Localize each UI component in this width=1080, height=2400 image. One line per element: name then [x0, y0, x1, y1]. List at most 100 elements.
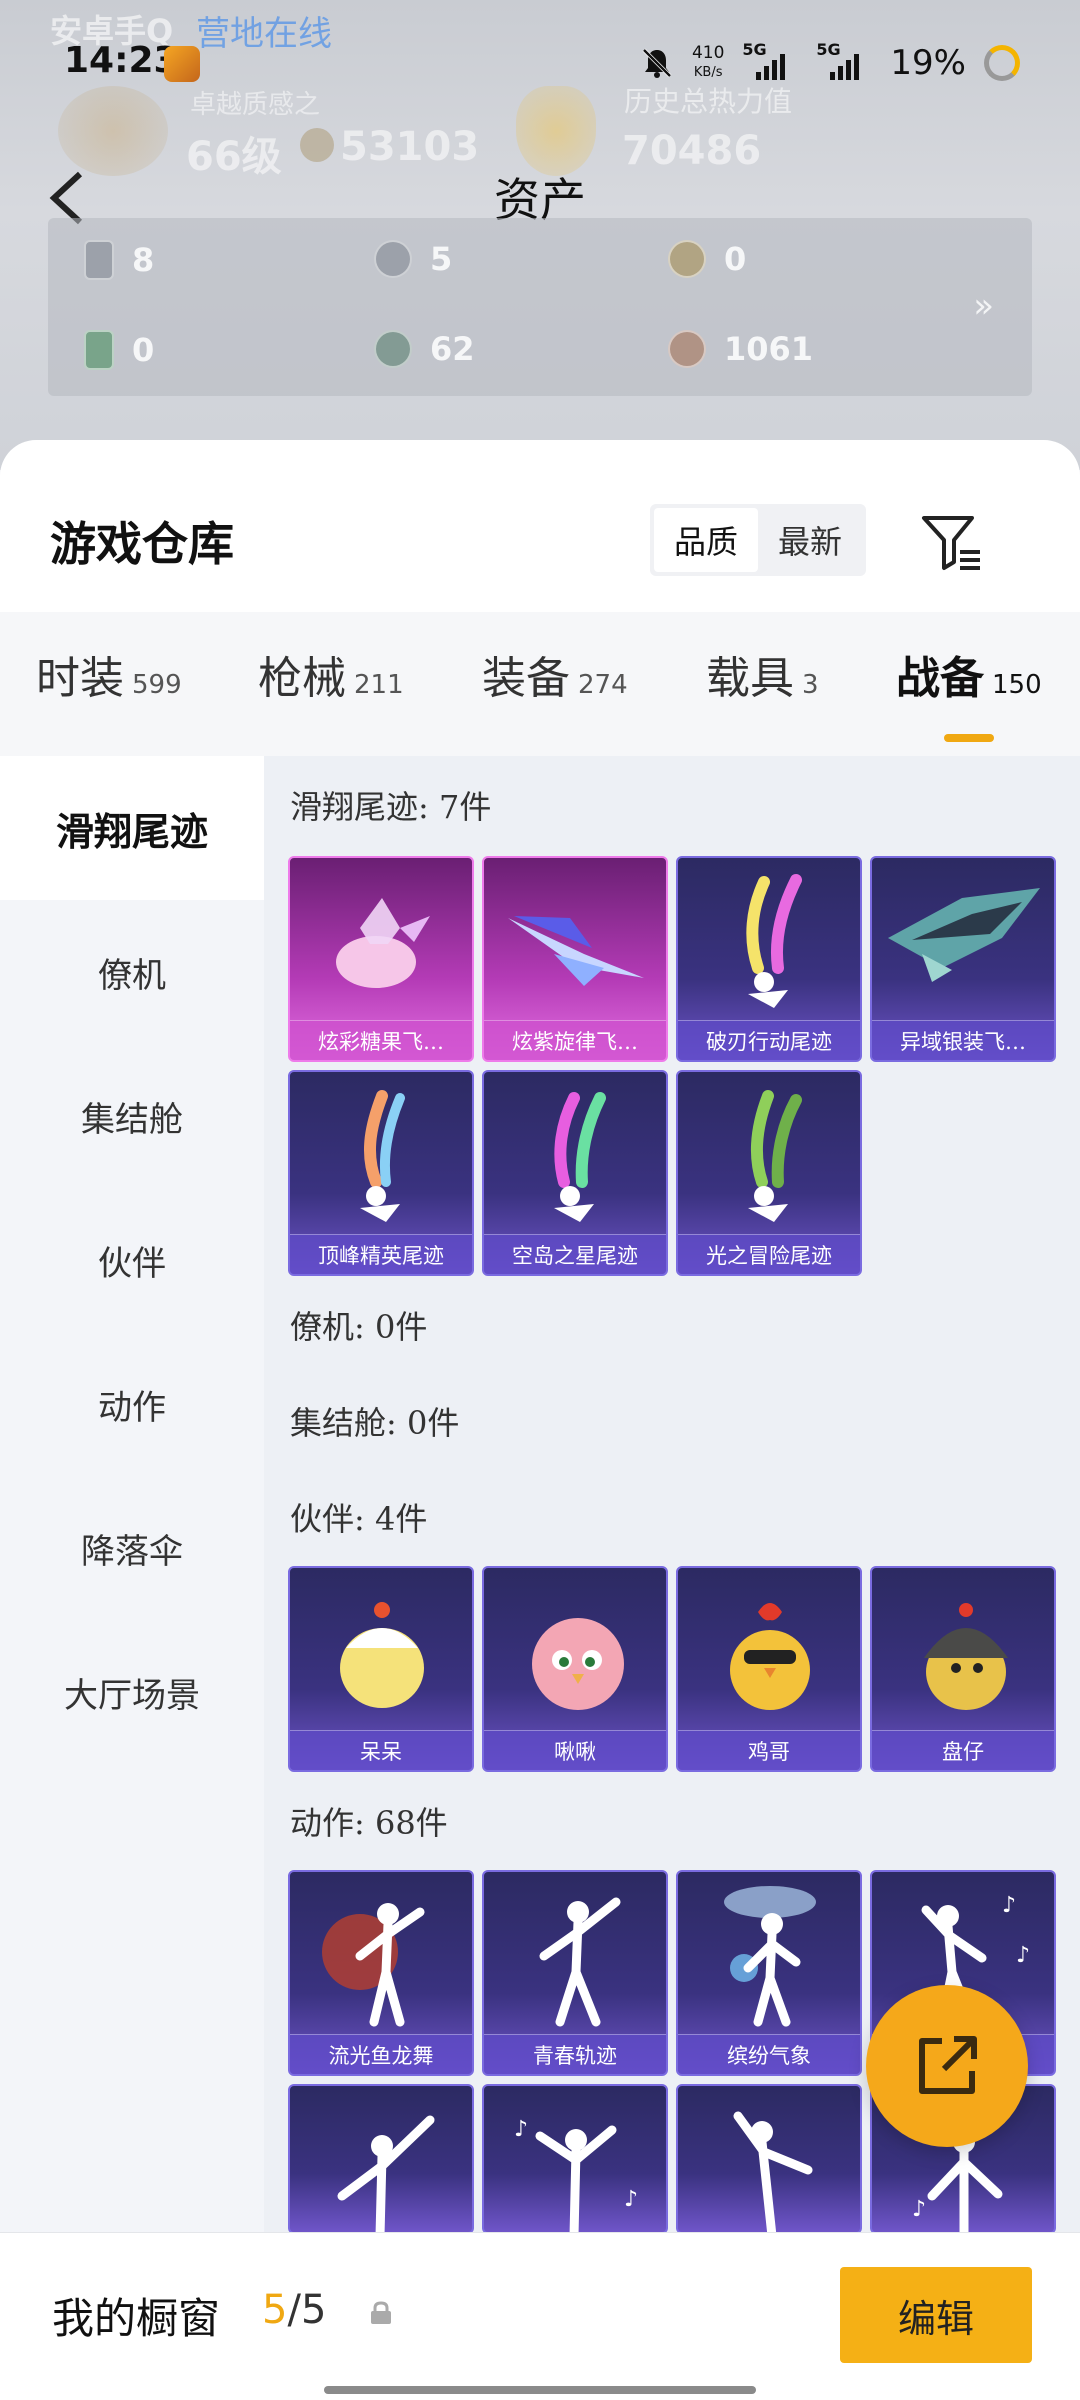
item-card[interactable]: 鸡哥 [676, 1566, 862, 1772]
item-card[interactable]: 破刃行动尾迹 [676, 856, 862, 1062]
asset-value: 0 [724, 240, 747, 278]
share-button[interactable] [866, 1985, 1028, 2147]
asset-item: 62 [374, 330, 475, 368]
showcase-separator: / [287, 2287, 301, 2333]
tab-label: 战备 [896, 653, 984, 704]
svg-text:♪: ♪ [1016, 1943, 1030, 1968]
trail-smoke-icon [746, 874, 802, 1008]
item-name: 空岛之星尾迹 [484, 1234, 666, 1274]
sidebar-item-glide-trail[interactable]: 滑翔尾迹 [0, 756, 264, 900]
section-header-partner: 伙伴: 4件 [290, 1500, 428, 1538]
sort-toggle: 品质 最新 [650, 504, 866, 576]
sidebar-item-partner[interactable]: 伙伴 [0, 1188, 264, 1332]
item-grid: 滑翔尾迹: 7件 炫彩糖果飞… 炫紫旋律飞… 破刃行动尾迹 异域银装飞… 顶峰精… [264, 756, 1080, 2400]
section-header-wingman: 僚机: 0件 [290, 1308, 428, 1346]
tab-label: 载具 [706, 653, 794, 704]
item-card[interactable]: 炫彩糖果飞… [288, 856, 474, 1062]
item-name: 光之冒险尾迹 [678, 1234, 860, 1274]
item-card[interactable]: 光之冒险尾迹 [676, 1070, 862, 1276]
tab-vehicles[interactable]: 载具 3 [706, 642, 819, 706]
purple-glider-icon [508, 916, 644, 986]
sidebar-item-pod[interactable]: 集结舱 [0, 1044, 264, 1188]
category-tabs: 时装 599 枪械 211 装备 274 载具 3 战备 150 [0, 612, 1080, 756]
item-name: 流光鱼龙舞 [290, 2034, 472, 2074]
asset-value: 8 [132, 241, 155, 279]
item-card[interactable]: 啾啾 [482, 1566, 668, 1772]
sort-quality-button[interactable]: 品质 [654, 508, 758, 572]
filter-icon[interactable] [920, 510, 984, 574]
bronze-coin-icon [668, 330, 706, 368]
asset-value: 0 [132, 331, 155, 369]
share-export-icon [919, 2036, 977, 2094]
dance-pose-icon [337, 2115, 435, 2232]
item-card[interactable]: 流光鱼龙舞 [288, 1870, 474, 2076]
sort-newest-button[interactable]: 最新 [758, 508, 862, 572]
showcase-count: 5/5 [262, 2287, 326, 2333]
item-card[interactable]: 空岛之星尾迹 [482, 1070, 668, 1276]
sidebar-item-lobby-scene[interactable]: 大厅场景 [0, 1620, 264, 1764]
asset-panel[interactable]: 8 5 0 0 62 1061 » [48, 218, 1032, 396]
item-card[interactable]: 炫紫旋律飞… [482, 856, 668, 1062]
asset-value: 5 [430, 240, 453, 278]
tab-count: 599 [132, 670, 182, 700]
rooster-icon [730, 1603, 810, 1710]
edit-button[interactable]: 编辑 [840, 2267, 1032, 2363]
app-notification-icon [164, 46, 200, 82]
section-header-emote: 动作: 68件 [290, 1804, 448, 1842]
sim2-label: 5G [816, 40, 841, 59]
item-card[interactable]: 呆呆 [288, 1566, 474, 1772]
asset-value: 62 [430, 330, 475, 368]
item-name: 炫紫旋律飞… [484, 1020, 666, 1060]
sidebar-item-emote[interactable]: 动作 [0, 1332, 264, 1476]
double-chevron-right-icon[interactable]: » [973, 286, 994, 326]
candy-glider-icon [336, 898, 430, 988]
item-card[interactable]: 青春轨迹 [482, 1870, 668, 2076]
signal-sim1-icon: 5G [742, 40, 798, 80]
asset-item: 0 [668, 240, 746, 278]
trail-smoke-icon [360, 1090, 405, 1222]
pink-bird-icon [532, 1618, 624, 1710]
tab-fashion[interactable]: 时装 599 [36, 642, 182, 706]
showcase-title: 我的橱窗 [52, 2294, 221, 2343]
item-name: 炫彩糖果飞… [290, 1020, 472, 1060]
helmet-chick-icon [924, 1603, 1008, 1710]
sim1-label: 5G [742, 40, 767, 59]
dance-pose-icon [322, 1903, 425, 2027]
tab-weapons[interactable]: 枪械 211 [258, 642, 404, 706]
section-header-glide-trail: 滑翔尾迹: 7件 [290, 788, 492, 826]
lock-icon [371, 2301, 391, 2324]
item-card[interactable] [288, 2084, 474, 2234]
coin-silver-icon [374, 240, 412, 278]
asset-item: 8 [84, 240, 154, 280]
item-name: 破刃行动尾迹 [678, 1020, 860, 1060]
item-card[interactable]: 盘仔 [870, 1566, 1056, 1772]
item-card[interactable]: 异域银装飞… [870, 856, 1056, 1062]
tab-count: 274 [578, 670, 628, 700]
item-name: 异域银装飞… [872, 1020, 1054, 1060]
tab-label: 枪械 [258, 653, 346, 704]
item-name: 呆呆 [290, 1730, 472, 1770]
asset-value: 1061 [724, 330, 814, 368]
bell-muted-icon [642, 48, 672, 78]
item-card[interactable]: 顶峰精英尾迹 [288, 1070, 474, 1276]
trail-smoke-icon [748, 1090, 802, 1222]
item-name: 盘仔 [872, 1730, 1054, 1770]
gem-icon [374, 330, 412, 368]
item-card[interactable]: 缤纷气象 [676, 1870, 862, 2076]
dance-pose-icon [724, 1886, 816, 2027]
battery-ring-icon [984, 45, 1020, 81]
item-card[interactable] [676, 2084, 862, 2234]
sidebar-item-parachute[interactable]: 降落伞 [0, 1476, 264, 1620]
sidebar-item-wingman[interactable]: 僚机 [0, 900, 264, 1044]
showcase-bar: 我的橱窗 5/5 编辑 [0, 2232, 1080, 2400]
svg-text:♪: ♪ [514, 2117, 528, 2142]
home-indicator[interactable] [324, 2386, 756, 2394]
net-speed: 410 KB/s [692, 44, 724, 82]
tab-battle-prep[interactable]: 战备 150 [896, 642, 1042, 706]
svg-text:♪: ♪ [624, 2187, 638, 2212]
tab-gear[interactable]: 装备 274 [482, 642, 628, 706]
tab-count: 150 [992, 670, 1042, 700]
item-card[interactable]: ♪ ♪ [482, 2084, 668, 2234]
silver-glider-icon [888, 888, 1040, 982]
asset-item: 1061 [668, 330, 813, 368]
